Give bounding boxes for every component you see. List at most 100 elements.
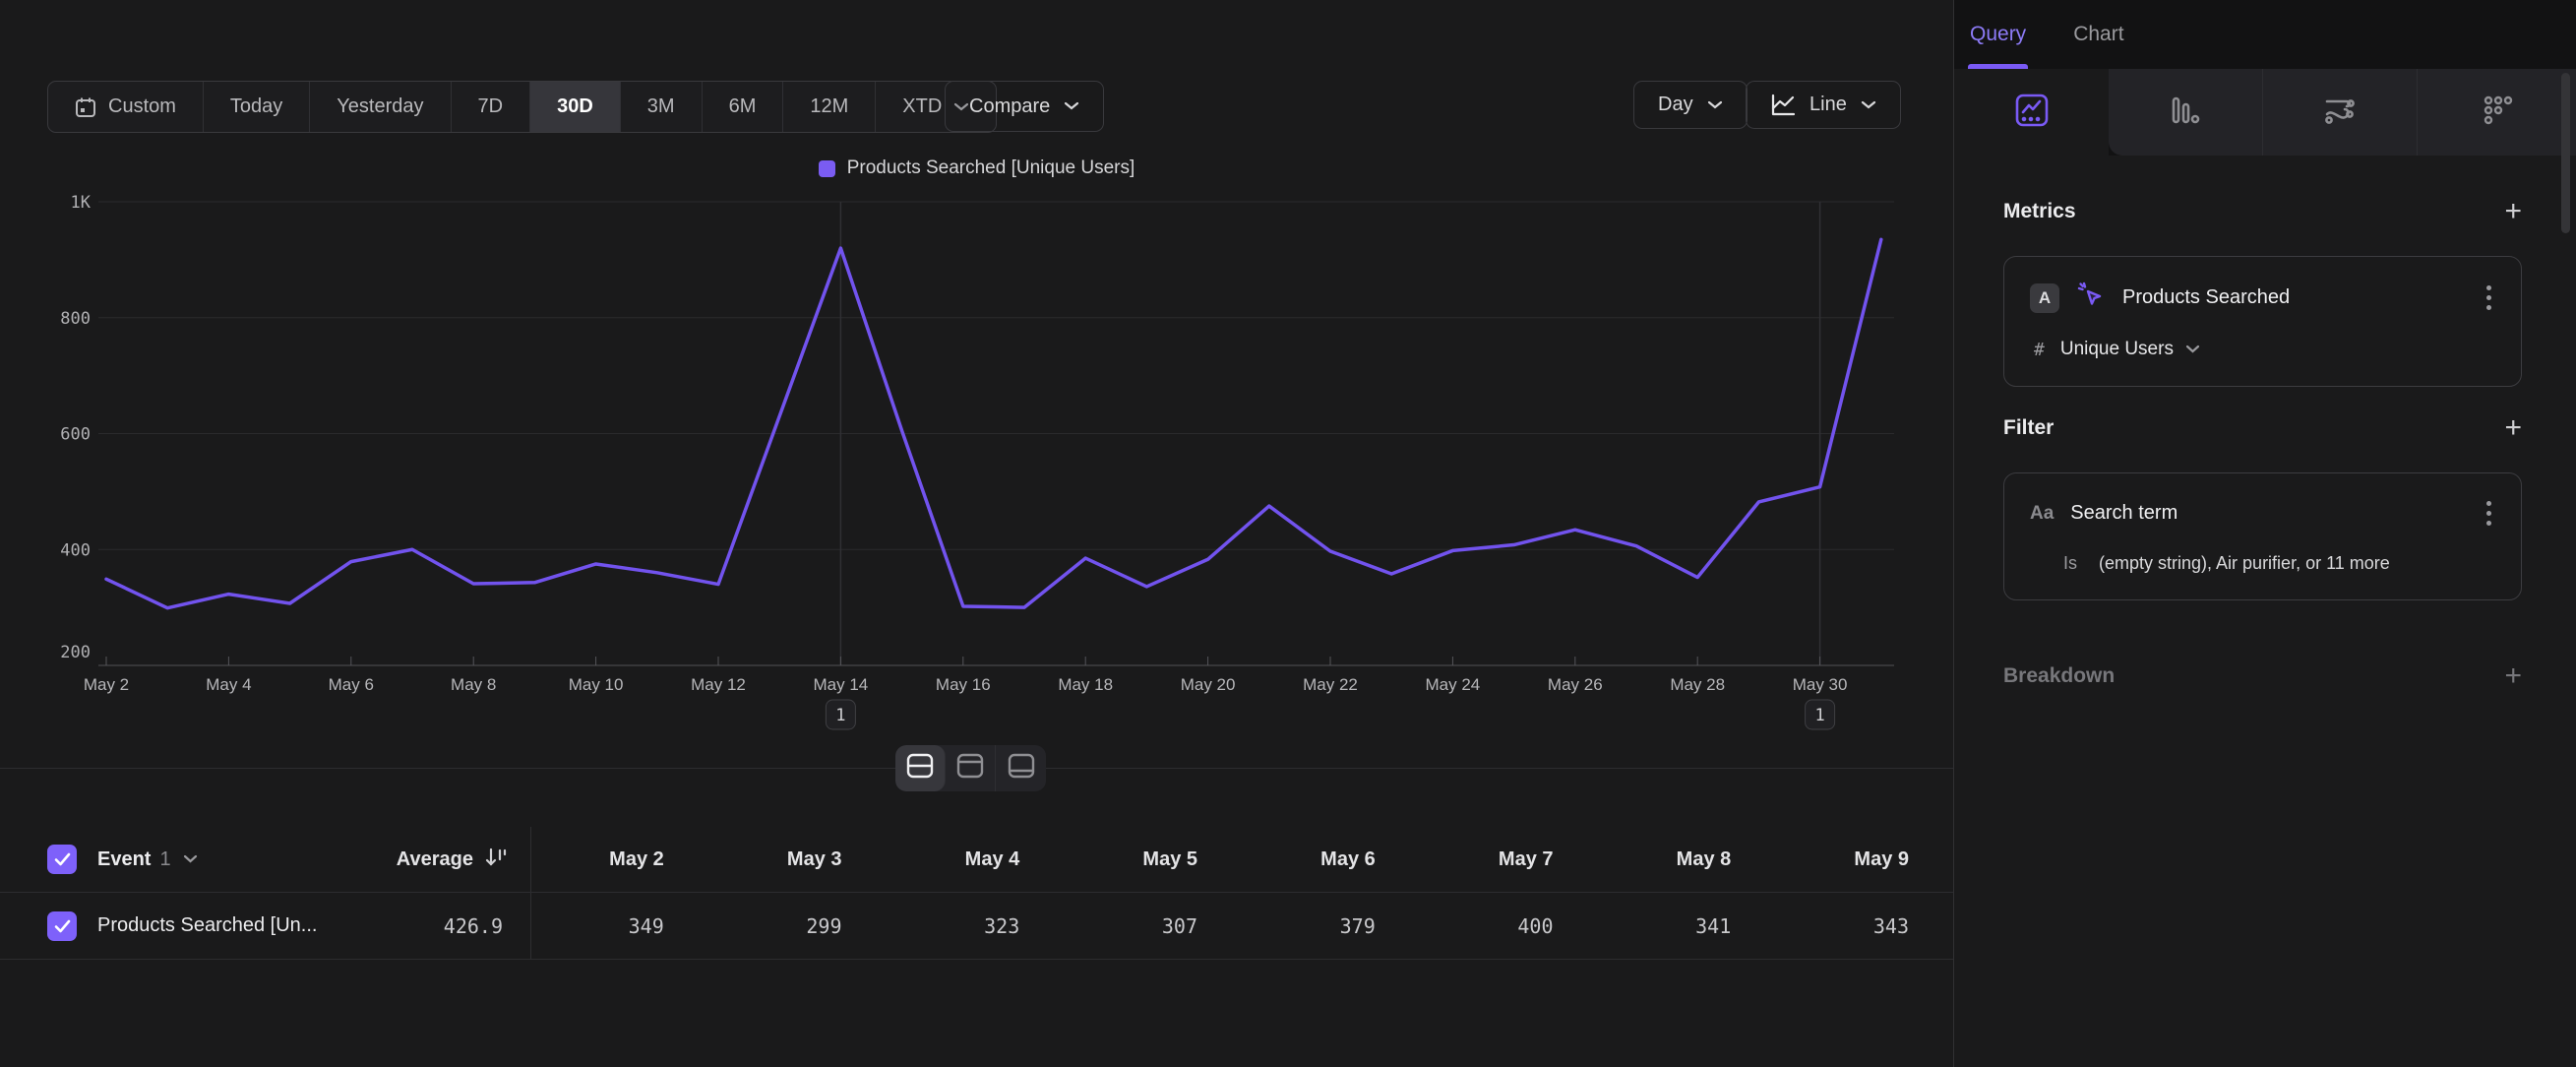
metric-card[interactable]: A Products Searched # Unique Users — [2003, 256, 2522, 387]
svg-text:1: 1 — [1814, 706, 1824, 725]
filter-value[interactable]: (empty string), Air purifier, or 11 more — [2099, 553, 2390, 574]
view-toggle-group — [895, 745, 1046, 791]
add-breakdown-button[interactable]: + — [2504, 661, 2522, 691]
col-header: May 4 — [888, 848, 1066, 871]
svg-text:May 10: May 10 — [569, 675, 624, 694]
col-header: May 5 — [1065, 848, 1243, 871]
table-only-icon — [1008, 753, 1035, 784]
split-view-icon — [906, 753, 934, 784]
string-property-icon: Aa — [2030, 503, 2054, 525]
chart-only-view-button[interactable] — [946, 745, 996, 791]
query-sidebar: Query Chart — [1953, 0, 2576, 1067]
app-window: 1K800600400200May 2May 4May 6May 8May 10… — [0, 0, 2576, 1067]
filter-property-name[interactable]: Search term — [2070, 502, 2466, 525]
series-swatch[interactable] — [819, 160, 835, 177]
svg-text:May 4: May 4 — [206, 675, 251, 694]
row-checkbox[interactable] — [47, 911, 77, 941]
funnel-bars-icon — [2169, 94, 2202, 132]
table-only-view-button[interactable] — [996, 745, 1046, 791]
chart-only-icon — [956, 753, 984, 784]
range-custom-button[interactable]: Custom — [48, 82, 204, 132]
event-count: 1 — [159, 848, 170, 871]
range-12m-button[interactable]: 12M — [783, 82, 876, 132]
sort-icon[interactable] — [485, 847, 507, 872]
svg-text:May 12: May 12 — [691, 675, 746, 694]
svg-text:May 22: May 22 — [1303, 675, 1358, 694]
tab-chart[interactable]: Chart — [2071, 0, 2125, 69]
chevron-down-icon — [1064, 101, 1079, 111]
svg-text:May 8: May 8 — [451, 675, 496, 694]
cell-value: 323 — [888, 914, 1066, 938]
range-30d-button[interactable]: 30D — [530, 82, 621, 132]
tab-query[interactable]: Query — [1968, 0, 2028, 69]
svg-text:May 24: May 24 — [1426, 675, 1481, 694]
chevron-down-icon — [2185, 345, 2201, 354]
cell-value: 400 — [1421, 914, 1599, 938]
metric-kebab-menu[interactable] — [2483, 282, 2495, 314]
add-filter-button[interactable]: + — [2504, 413, 2522, 443]
svg-text:1: 1 — [835, 706, 845, 725]
svg-text:May 28: May 28 — [1670, 675, 1725, 694]
col-header: May 2 — [531, 848, 709, 871]
col-header: May 3 — [709, 848, 888, 871]
annotation-badge[interactable]: 1 — [826, 700, 855, 729]
select-all-checkbox[interactable] — [47, 845, 77, 874]
report-type-tabs — [1954, 69, 2576, 156]
sidebar-scrollbar[interactable] — [2561, 73, 2570, 233]
granularity-dropdown[interactable]: Day — [1633, 81, 1748, 129]
flows-report-tab[interactable] — [2263, 69, 2418, 156]
funnels-report-tab[interactable] — [2109, 69, 2263, 156]
chevron-down-icon — [1707, 100, 1723, 110]
svg-text:600: 600 — [60, 425, 91, 445]
svg-text:May 30: May 30 — [1793, 675, 1848, 694]
cell-value: 349 — [531, 914, 709, 938]
breakdown-section: Breakdown + — [2003, 661, 2522, 691]
svg-text:May 2: May 2 — [84, 675, 129, 694]
filter-operator[interactable]: Is — [2063, 553, 2077, 574]
annotation-badge[interactable]: 1 — [1806, 700, 1835, 729]
range-3m-button[interactable]: 3M — [621, 82, 703, 132]
insights-report-tab[interactable] — [1954, 69, 2109, 156]
filter-card[interactable]: Aa Search term Is (empty string), Air pu… — [2003, 472, 2522, 600]
svg-text:May 26: May 26 — [1548, 675, 1603, 694]
event-cursor-icon — [2076, 281, 2106, 315]
average-header[interactable]: Average — [397, 848, 473, 871]
sidebar-tab-bar: Query Chart — [1954, 0, 2576, 69]
cell-value: 307 — [1065, 914, 1243, 938]
range-today-button[interactable]: Today — [204, 82, 310, 132]
range-yesterday-button[interactable]: Yesterday — [310, 82, 451, 132]
date-range-control: Custom Today Yesterday 7D 30D 3M 6M 12M … — [47, 81, 997, 133]
cell-value: 341 — [1599, 914, 1777, 938]
row-average-value: 426.9 — [444, 914, 530, 938]
retention-dots-icon — [2480, 93, 2515, 133]
svg-text:800: 800 — [60, 309, 91, 329]
data-table: Event 1 Average May — [0, 827, 1953, 960]
svg-text:May 14: May 14 — [814, 675, 869, 694]
event-header[interactable]: Event — [97, 848, 151, 871]
range-7d-button[interactable]: 7D — [452, 82, 531, 132]
filter-section: Filter + Aa Search term Is (empty string… — [2003, 413, 2522, 600]
chevron-down-icon[interactable] — [183, 854, 199, 864]
svg-text:400: 400 — [60, 540, 91, 560]
filter-kebab-menu[interactable] — [2483, 497, 2495, 530]
retention-report-tab[interactable] — [2418, 69, 2576, 156]
chevron-down-icon — [1861, 100, 1876, 110]
metrics-header: Metrics — [2003, 200, 2076, 223]
add-metric-button[interactable]: + — [2504, 197, 2522, 226]
row-event-name[interactable]: Products Searched [Un... — [97, 914, 317, 937]
series-label[interactable]: Products Searched [Unique Users] — [847, 157, 1135, 179]
svg-text:May 6: May 6 — [329, 675, 374, 694]
chart-type-dropdown[interactable]: Line — [1746, 81, 1901, 129]
range-6m-button[interactable]: 6M — [703, 82, 784, 132]
col-header: May 7 — [1421, 848, 1599, 871]
filter-header: Filter — [2003, 416, 2054, 440]
flows-icon — [2322, 93, 2358, 133]
split-view-button[interactable] — [895, 745, 946, 791]
cell-value: 379 — [1243, 914, 1421, 938]
compare-button[interactable]: Compare — [945, 81, 1104, 132]
aggregation-hash-icon: # — [2034, 340, 2045, 360]
aggregation-dropdown[interactable]: Unique Users — [2060, 339, 2201, 360]
table-header-row: Event 1 Average May — [0, 827, 1953, 892]
calendar-icon — [75, 96, 96, 118]
metric-name[interactable]: Products Searched — [2122, 286, 2466, 309]
